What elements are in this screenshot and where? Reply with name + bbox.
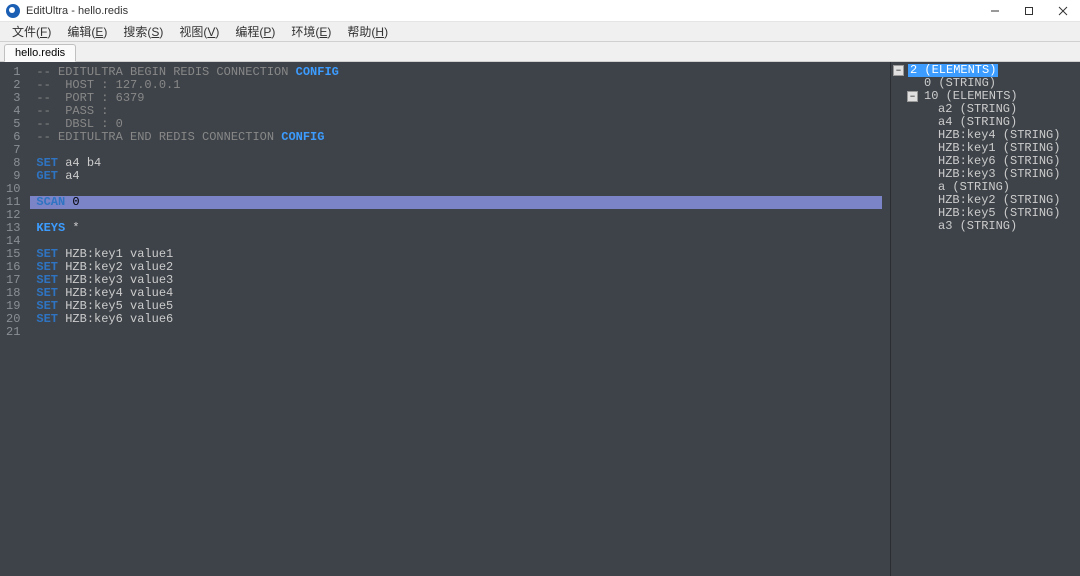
tree-label[interactable]: a3 (STRING) [936, 220, 1019, 233]
expand-icon[interactable]: − [893, 65, 904, 76]
code-line[interactable] [30, 144, 890, 157]
tree-node[interactable]: a3 (STRING) [891, 220, 1080, 233]
close-button[interactable] [1046, 0, 1080, 21]
line-number: 21 [6, 326, 20, 339]
results-tree[interactable]: −2 (ELEMENTS)0 (STRING)−10 (ELEMENTS)a2 … [890, 62, 1080, 576]
menu-视图[interactable]: 视图(V) [171, 21, 227, 42]
file-tab[interactable]: hello.redis [4, 44, 76, 62]
tabbar: hello.redis [0, 42, 1080, 62]
menubar: 文件(F)编辑(E)搜索(S)视图(V)编程(P)环境(E)帮助(H) [0, 22, 1080, 42]
window-controls [978, 0, 1080, 21]
window-title: EditUltra - hello.redis [26, 5, 128, 17]
code-line[interactable]: -- HOST : 127.0.0.1 [30, 79, 890, 92]
maximize-button[interactable] [1012, 0, 1046, 21]
code-line[interactable]: -- PORT : 6379 [30, 92, 890, 105]
code-line[interactable] [30, 209, 890, 222]
menu-环境[interactable]: 环境(E) [283, 21, 339, 42]
code-line[interactable]: -- EDITULTRA END REDIS CONNECTION CONFIG [30, 131, 890, 144]
code-line[interactable]: SET HZB:key6 value6 [30, 313, 890, 326]
expand-icon[interactable]: − [907, 91, 918, 102]
code-line[interactable]: KEYS * [30, 222, 890, 235]
code-line[interactable] [30, 183, 890, 196]
menu-编辑[interactable]: 编辑(E) [59, 21, 115, 42]
code-area[interactable]: -- EDITULTRA BEGIN REDIS CONNECTION CONF… [30, 62, 890, 576]
titlebar: EditUltra - hello.redis [0, 0, 1080, 22]
app-icon [6, 4, 20, 18]
minimize-button[interactable] [978, 0, 1012, 21]
code-line[interactable]: GET a4 [30, 170, 890, 183]
menu-编程[interactable]: 编程(P) [227, 21, 283, 42]
code-line[interactable]: SET a4 b4 [30, 157, 890, 170]
code-editor[interactable]: 123456789101112131415161718192021 -- EDI… [0, 62, 890, 576]
line-gutter: 123456789101112131415161718192021 [0, 62, 30, 576]
menu-帮助[interactable]: 帮助(H) [339, 21, 396, 42]
workspace: 123456789101112131415161718192021 -- EDI… [0, 62, 1080, 576]
code-line[interactable]: -- PASS : [30, 105, 890, 118]
menu-搜索[interactable]: 搜索(S) [115, 21, 171, 42]
code-line[interactable] [30, 326, 890, 339]
code-line[interactable]: SCAN 0 [30, 196, 882, 209]
menu-文件[interactable]: 文件(F) [4, 21, 59, 42]
